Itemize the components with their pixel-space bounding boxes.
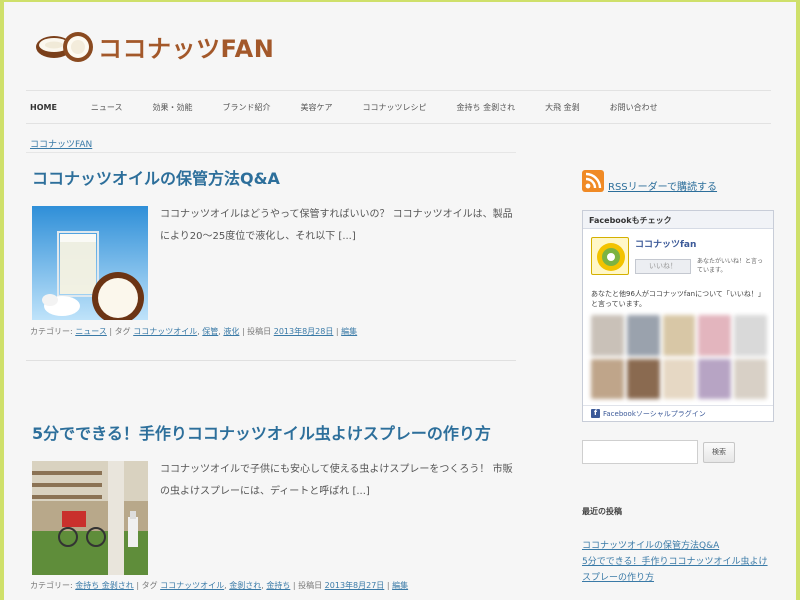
facebook-plugin-footer[interactable]: f Facebookソーシャルプラグイン <box>583 405 773 421</box>
fan-avatar[interactable] <box>698 358 732 399</box>
page-avatar[interactable] <box>591 237 629 275</box>
nav-beauty[interactable]: 美容ケア <box>301 102 333 113</box>
facebook-plugin-label[interactable]: Facebookソーシャルプラグイン <box>603 409 706 419</box>
search-button[interactable]: 検索 <box>703 442 735 463</box>
page: ココナッツFAN HOME ニュース 効果・効能 ブランド紹介 美容ケア ココナ… <box>4 2 796 600</box>
fan-avatar[interactable] <box>626 358 660 399</box>
meta-label: カテゴリー: <box>30 327 73 336</box>
fan-avatar[interactable] <box>698 315 732 356</box>
post-title-1[interactable]: ココナッツオイルの保管方法Q&A <box>32 165 280 189</box>
meta-label: | 投稿日 <box>292 581 323 590</box>
post-meta-1: カテゴリー: ニュース | タグ ココナッツオイル, 保管, 液化 | 投稿日 … <box>30 327 358 336</box>
breadcrumb[interactable]: ココナッツFAN <box>30 137 92 150</box>
facebook-like-button[interactable]: いいね！ <box>635 259 691 274</box>
divider <box>26 152 516 153</box>
tag-link[interactable]: 液化 <box>223 327 239 336</box>
date-link[interactable]: 2013年8月27日 <box>325 581 385 590</box>
recent-post-link[interactable]: 5分でできる！手作りココナッツオイル虫よけ <box>582 554 792 570</box>
meta-label: | 投稿日 <box>241 327 272 336</box>
like-note: あなたがいいね！と言っています。 <box>697 258 764 274</box>
post-excerpt-1: ココナッツオイルはどうやって保管すればいいの？ ココナッツオイルは、製品により2… <box>160 209 513 242</box>
recent-posts-list: ココナッツオイルの保管方法Q&A 5分でできる！手作りココナッツオイル虫よけ ス… <box>582 538 792 586</box>
facebook-fan-faces <box>591 315 767 399</box>
nav-brands[interactable]: ブランド紹介 <box>223 102 271 113</box>
site-title: ココナッツFAN <box>98 34 275 63</box>
coconut-icon <box>34 27 96 65</box>
nav-contact[interactable]: お問い合わせ <box>610 102 658 113</box>
rss-link[interactable]: RSSリーダーで購読する <box>608 178 717 193</box>
category-link[interactable]: ニュース <box>75 327 107 336</box>
nav-home[interactable]: HOME <box>30 103 57 112</box>
facebook-widget-header: Facebookもチェック <box>583 211 773 229</box>
site-logo[interactable]: ココナッツFAN <box>34 26 274 66</box>
tag-link[interactable]: 金剝され <box>229 581 261 590</box>
fan-avatar[interactable] <box>662 315 696 356</box>
nav-recipes[interactable]: ココナッツレシピ <box>363 102 427 113</box>
post-meta-2: カテゴリー: 金持ち 金剝され | タグ ココナッツオイル, 金剝され, 金持ち… <box>30 581 409 590</box>
facebook-icon: f <box>591 409 600 418</box>
fan-avatar[interactable] <box>591 358 624 399</box>
meta-label: カテゴリー: <box>30 581 73 590</box>
nav-item-8[interactable]: 大飛 金剝 <box>545 102 580 113</box>
facebook-like-box: Facebookもチェック ココナッツfan いいね！ あなたがいいね！と言って… <box>582 210 774 422</box>
facebook-fans-text: あなたと他96人がココナッツfanについて「いいね！」と言っています。 <box>591 290 765 308</box>
post-title-2[interactable]: 5分でできる！手作りココナッツオイル虫よけスプレーの作り方 <box>32 420 491 444</box>
edit-link[interactable]: 編集 <box>341 327 357 336</box>
recent-posts-heading: 最近の投稿 <box>582 507 622 516</box>
nav-news[interactable]: ニュース <box>91 102 123 113</box>
nav-item-7[interactable]: 金持ち 金剝され <box>457 102 516 113</box>
fan-avatar[interactable] <box>591 315 624 356</box>
edit-link[interactable]: 編集 <box>392 581 408 590</box>
nav-effects[interactable]: 効果・効能 <box>153 102 193 113</box>
post-thumbnail-1[interactable] <box>32 206 148 320</box>
main-nav: HOME ニュース 効果・効能 ブランド紹介 美容ケア ココナッツレシピ 金持ち… <box>26 90 771 124</box>
recent-post-link[interactable]: スプレーの作り方 <box>582 570 792 586</box>
recent-post-link[interactable]: ココナッツオイルの保管方法Q&A <box>582 538 792 554</box>
fan-avatar[interactable] <box>734 315 767 356</box>
date-link[interactable]: 2013年8月28日 <box>274 327 334 336</box>
post-excerpt-2: ココナッツオイルで子供にも安心して使える虫よけスプレーをつくろう！ 市販の虫よけ… <box>160 464 513 497</box>
fan-avatar[interactable] <box>734 358 767 399</box>
rss-subscribe[interactable]: RSSリーダーで購読する <box>582 168 717 193</box>
meta-label: | タグ <box>136 581 158 590</box>
post-thumbnail-2[interactable] <box>32 461 148 575</box>
tag-link[interactable]: ココナッツオイル <box>160 581 224 590</box>
rss-icon <box>582 169 604 192</box>
meta-label: | タグ <box>109 327 131 336</box>
category-link[interactable]: 金持ち 金剝され <box>75 581 134 590</box>
search-input[interactable] <box>582 440 698 464</box>
tag-link[interactable]: 保管 <box>202 327 218 336</box>
divider <box>26 360 516 361</box>
fan-avatar[interactable] <box>626 315 660 356</box>
tag-link[interactable]: ココナッツオイル <box>133 327 197 336</box>
fan-avatar[interactable] <box>662 358 696 399</box>
tag-link[interactable]: 金持ち <box>266 581 290 590</box>
